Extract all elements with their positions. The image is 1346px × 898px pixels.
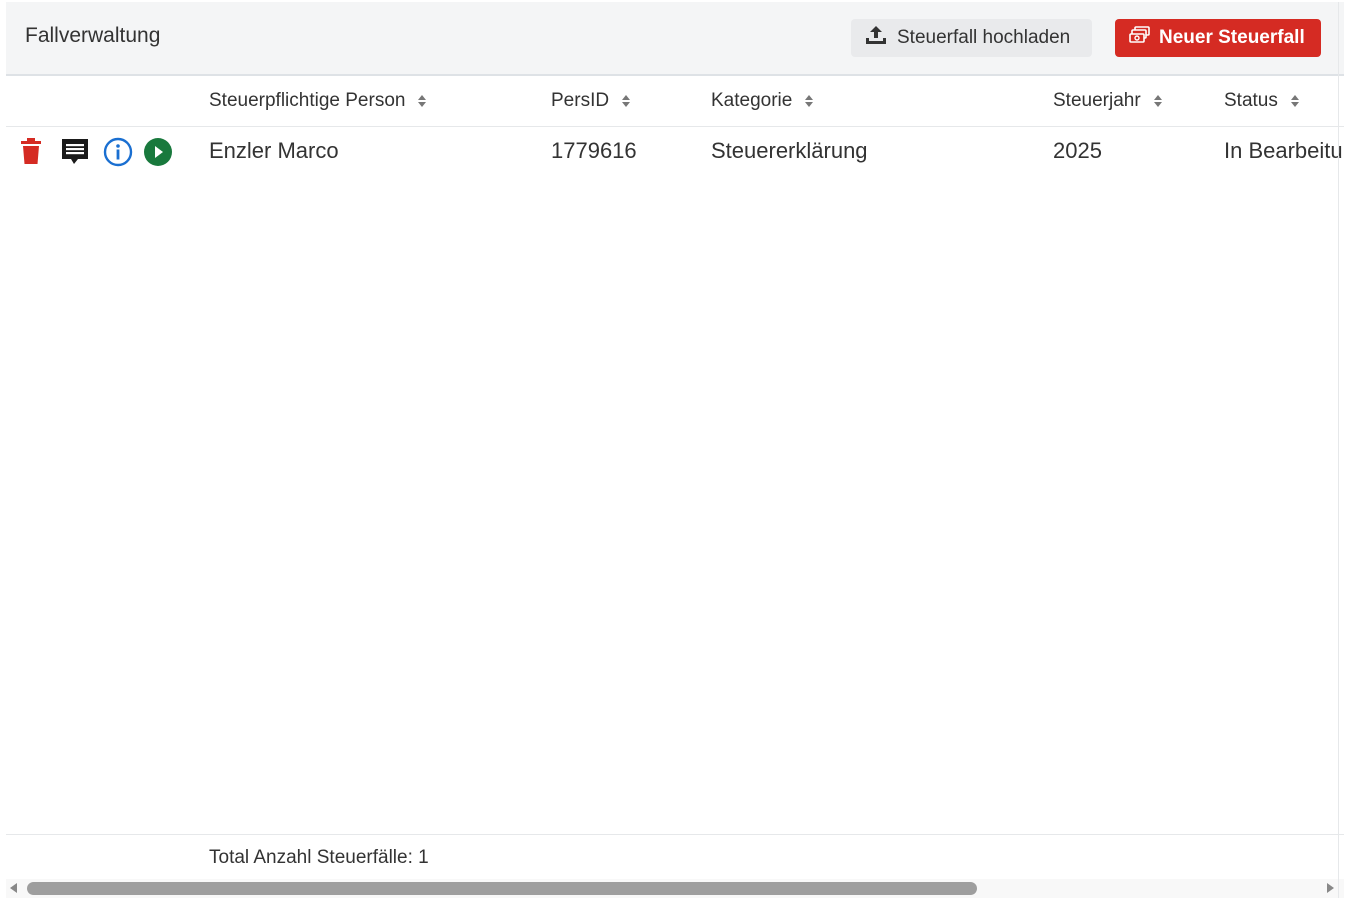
cell-kategorie: Steuererklärung (711, 138, 868, 163)
sort-icon (622, 95, 631, 107)
column-header-label: Steuerpflichtige Person (209, 90, 406, 111)
column-header-persid[interactable]: PersID (551, 90, 631, 112)
column-header-label: Kategorie (711, 90, 793, 111)
case-management-panel: Fallverwaltung Steuerfall hochladen Neue… (6, 2, 1344, 898)
total-count: Total Anzahl Steuerfälle: 1 (209, 847, 429, 868)
upload-case-button[interactable]: Steuerfall hochladen (851, 19, 1092, 57)
new-case-button[interactable]: Neuer Steuerfall (1115, 19, 1321, 57)
info-icon[interactable] (103, 137, 133, 167)
sort-icon (1290, 95, 1299, 107)
page-title: Fallverwaltung (25, 24, 161, 47)
horizontal-scrollbar[interactable] (6, 879, 1344, 898)
comment-icon[interactable] (60, 137, 90, 167)
column-header-status[interactable]: Status (1224, 90, 1300, 112)
column-header-steuerjahr[interactable]: Steuerjahr (1053, 90, 1163, 112)
cell-persid: 1779616 (551, 138, 637, 163)
sort-icon (805, 95, 814, 107)
upload-case-label: Steuerfall hochladen (897, 27, 1071, 48)
table-footer: Total Anzahl Steuerfälle: 1 (6, 834, 1344, 879)
play-circle-icon[interactable] (143, 137, 173, 167)
trash-icon[interactable] (18, 137, 48, 167)
column-header-label: PersID (551, 90, 610, 111)
cell-steuerjahr: 2025 (1053, 138, 1102, 163)
money-stack-icon (1129, 25, 1151, 51)
sort-icon (418, 95, 427, 107)
column-header-label: Steuerjahr (1053, 90, 1141, 111)
scroll-right-arrow-icon[interactable] (1327, 883, 1334, 893)
table-row[interactable]: Enzler Marco 1779616 Steuererklärung 202… (6, 127, 1344, 177)
panel-header: Fallverwaltung Steuerfall hochladen Neue… (6, 2, 1344, 76)
upload-icon (865, 25, 887, 51)
cell-person: Enzler Marco (209, 138, 339, 163)
panel-right-border (1338, 2, 1339, 898)
new-case-label: Neuer Steuerfall (1159, 27, 1305, 48)
scroll-left-arrow-icon[interactable] (10, 883, 17, 893)
sort-icon (1153, 95, 1162, 107)
table-header: Steuerpflichtige Person PersID Kategorie… (6, 76, 1344, 127)
scrollbar-thumb[interactable] (27, 882, 977, 895)
cell-status: In Bearbeitu (1224, 138, 1343, 163)
column-header-label: Status (1224, 90, 1278, 111)
column-header-kategorie[interactable]: Kategorie (711, 90, 814, 112)
column-header-person[interactable]: Steuerpflichtige Person (209, 90, 427, 112)
